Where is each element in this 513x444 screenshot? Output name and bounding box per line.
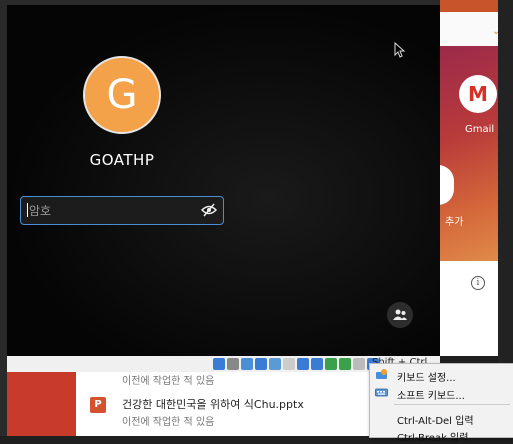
switch-user-button[interactable]: [387, 302, 413, 328]
menu-item-label: Ctrl-Break 입력: [397, 433, 469, 444]
keyboard-settings-icon: [376, 369, 387, 379]
new-tab-lower-panel: [440, 261, 498, 356]
users-icon: [393, 309, 407, 320]
username-label: GOATHP: [89, 151, 155, 169]
add-shortcut-label: 추가: [445, 217, 464, 228]
status-indicator-icon[interactable]: [255, 358, 267, 370]
menu-item-keyboard-settings[interactable]: 키보드 설정...: [370, 366, 513, 384]
status-indicator-icons: [213, 358, 379, 370]
password-field[interactable]: [20, 196, 224, 225]
status-indicator-icon[interactable]: [227, 358, 239, 370]
vm-window-frame-left: [0, 0, 7, 436]
menu-item-label: 키보드 설정...: [397, 373, 456, 384]
soft-keyboard-icon: [375, 388, 388, 397]
status-indicator-icon[interactable]: [339, 358, 351, 370]
status-indicator-icon[interactable]: [325, 358, 337, 370]
menu-separator: [394, 404, 510, 405]
info-icon[interactable]: i: [471, 276, 485, 290]
vm-lock-screen: G GOATHP: [7, 5, 440, 356]
menu-item-ctrl-break[interactable]: Ctrl-Break 입력: [370, 426, 513, 444]
gmail-shortcut-icon[interactable]: M: [459, 75, 497, 113]
browser-accent-strip: [440, 0, 498, 12]
avatar: G: [83, 56, 161, 134]
browser-toolbar: [440, 12, 498, 46]
text-caret: [27, 203, 28, 217]
status-indicator-icon[interactable]: [353, 358, 365, 370]
status-indicator-icon[interactable]: [283, 358, 295, 370]
recent-file-subtitle: 이전에 작업한 적 있음: [122, 376, 215, 387]
status-indicator-icon[interactable]: [269, 358, 281, 370]
menu-item-ctrl-alt-del[interactable]: Ctrl-Alt-Del 입력: [370, 409, 513, 427]
status-indicator-icon[interactable]: [241, 358, 253, 370]
hide-password-icon[interactable]: [201, 203, 217, 217]
recent-file-subtitle: 이전에 작업한 적 있음: [122, 417, 215, 428]
password-input[interactable]: [27, 201, 191, 221]
mouse-cursor-icon: [394, 42, 406, 58]
menu-item-label: Ctrl-Alt-Del 입력: [397, 416, 474, 427]
menu-item-label: 소프트 키보드...: [397, 391, 465, 402]
status-indicator-icon[interactable]: [213, 358, 225, 370]
menu-item-soft-keyboard[interactable]: 소프트 키보드...: [370, 384, 513, 402]
powerpoint-file-icon: P: [90, 397, 106, 413]
recent-files-sidebar: [0, 372, 76, 436]
recent-file-name[interactable]: 건강한 대한민국을 위하여 식Chu.pptx: [122, 396, 304, 412]
status-indicator-icon[interactable]: [311, 358, 323, 370]
gmail-shortcut-label: Gmail: [465, 124, 495, 135]
status-indicator-icon[interactable]: [297, 358, 309, 370]
keyboard-context-menu: 키보드 설정... 소프트 키보드... Ctrl-Alt-Del 입력 Ctr…: [369, 363, 513, 444]
